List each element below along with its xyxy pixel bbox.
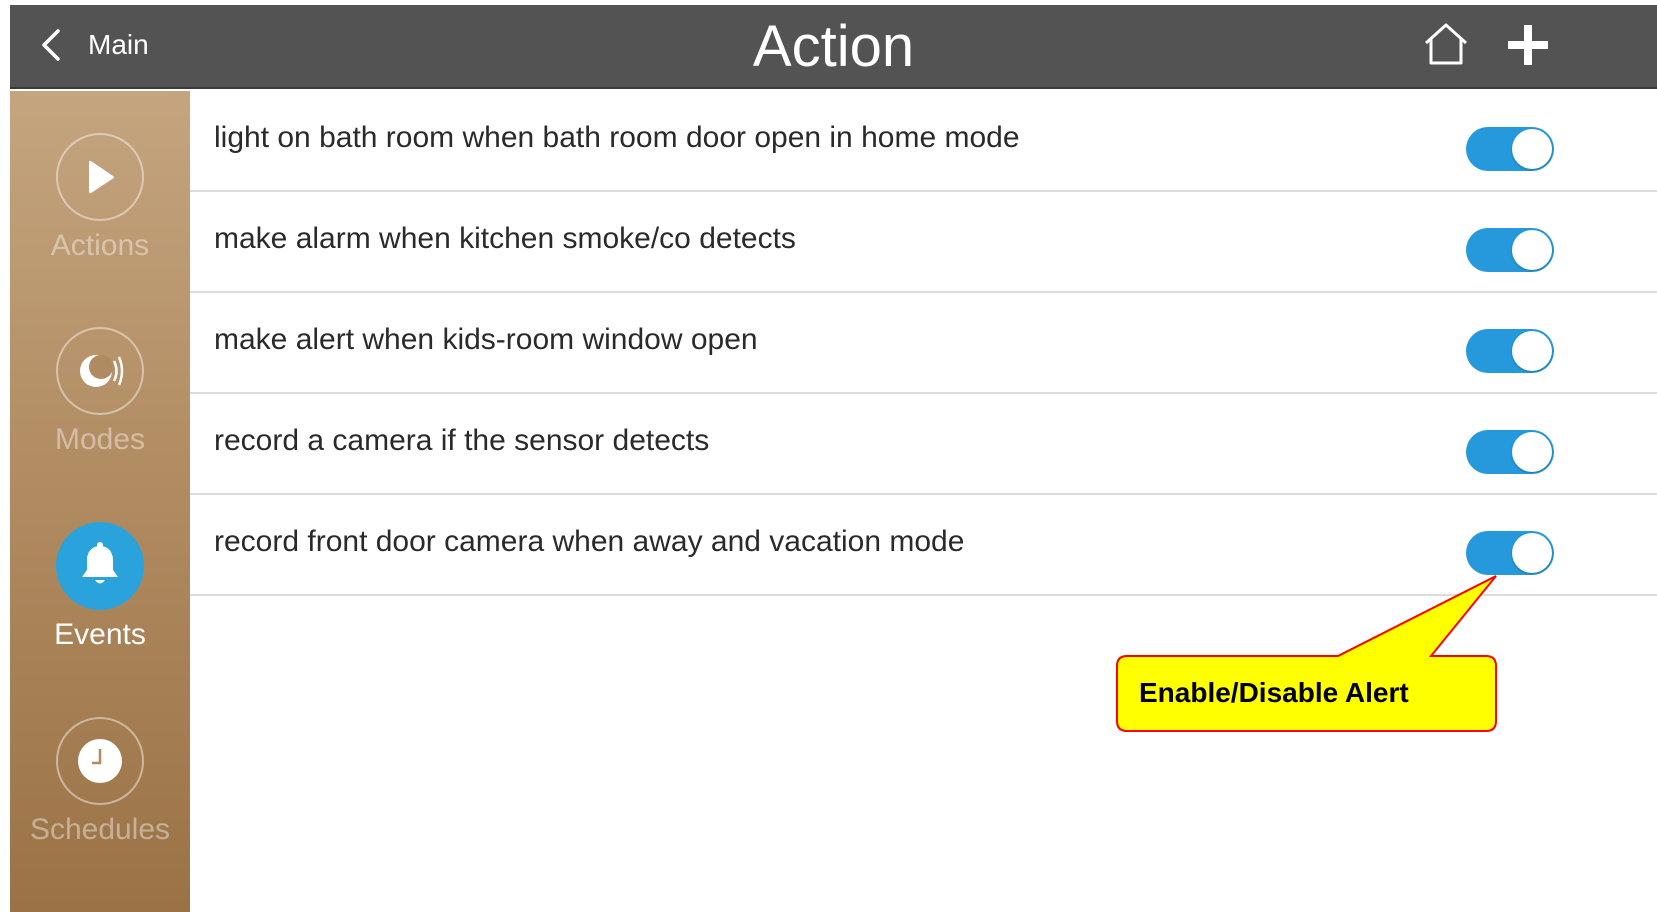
list-item: make alert when kids-room window open — [190, 293, 1657, 394]
sidebar-item-label: Schedules — [29, 813, 171, 846]
nav-circle — [56, 522, 144, 610]
callout-label: Enable/Disable Alert — [1139, 677, 1409, 708]
home-icon — [1424, 23, 1468, 65]
bell-icon — [82, 542, 118, 584]
sidebar: Actions Modes Events Schedules — [10, 91, 190, 912]
toggle-knob — [1512, 432, 1552, 472]
clock-icon — [78, 739, 122, 783]
sidebar-item-label: Events — [54, 618, 146, 651]
modes-icon — [80, 355, 124, 387]
rule-label: make alarm when kitchen smoke/co detects — [214, 222, 796, 255]
list-item: record a camera if the sensor detects — [190, 394, 1657, 495]
sidebar-item-label: Actions — [50, 229, 150, 262]
nav-circle — [56, 133, 144, 221]
list-item: make alarm when kitchen smoke/co detects — [190, 192, 1657, 293]
enable-toggle[interactable] — [1466, 329, 1554, 373]
rule-label: light on bath room when bath room door o… — [214, 121, 1020, 154]
toggle-knob — [1512, 331, 1552, 371]
play-icon — [89, 160, 114, 194]
page-title: Action — [752, 14, 915, 79]
app-frame: Main Action Actions Modes Events Schedul… — [10, 5, 1657, 912]
back-button[interactable]: Main — [38, 23, 149, 67]
rules-list: light on bath room when bath room door o… — [190, 91, 1657, 596]
chevron-left-icon — [42, 29, 60, 61]
list-item: light on bath room when bath room door o… — [190, 91, 1657, 192]
rule-label: make alert when kids-room window open — [214, 323, 758, 356]
enable-toggle[interactable] — [1466, 531, 1554, 575]
enable-toggle[interactable] — [1466, 228, 1554, 272]
enable-toggle[interactable] — [1466, 127, 1554, 171]
enable-toggle[interactable] — [1466, 430, 1554, 474]
rule-label: record front door camera when away and v… — [214, 525, 965, 558]
nav-circle — [56, 327, 144, 415]
rule-label: record a camera if the sensor detects — [214, 424, 710, 457]
list-item: record front door camera when away and v… — [190, 495, 1657, 596]
toggle-knob — [1512, 533, 1552, 573]
toggle-knob — [1512, 129, 1552, 169]
nav-circle — [56, 717, 144, 805]
plus-icon — [1508, 25, 1548, 65]
toggle-knob — [1512, 230, 1552, 270]
add-button[interactable] — [1504, 19, 1552, 71]
back-label: Main — [88, 29, 149, 60]
top-bar: Main Action — [10, 5, 1657, 89]
home-button[interactable] — [1422, 19, 1470, 71]
sidebar-item-label: Modes — [54, 423, 146, 456]
